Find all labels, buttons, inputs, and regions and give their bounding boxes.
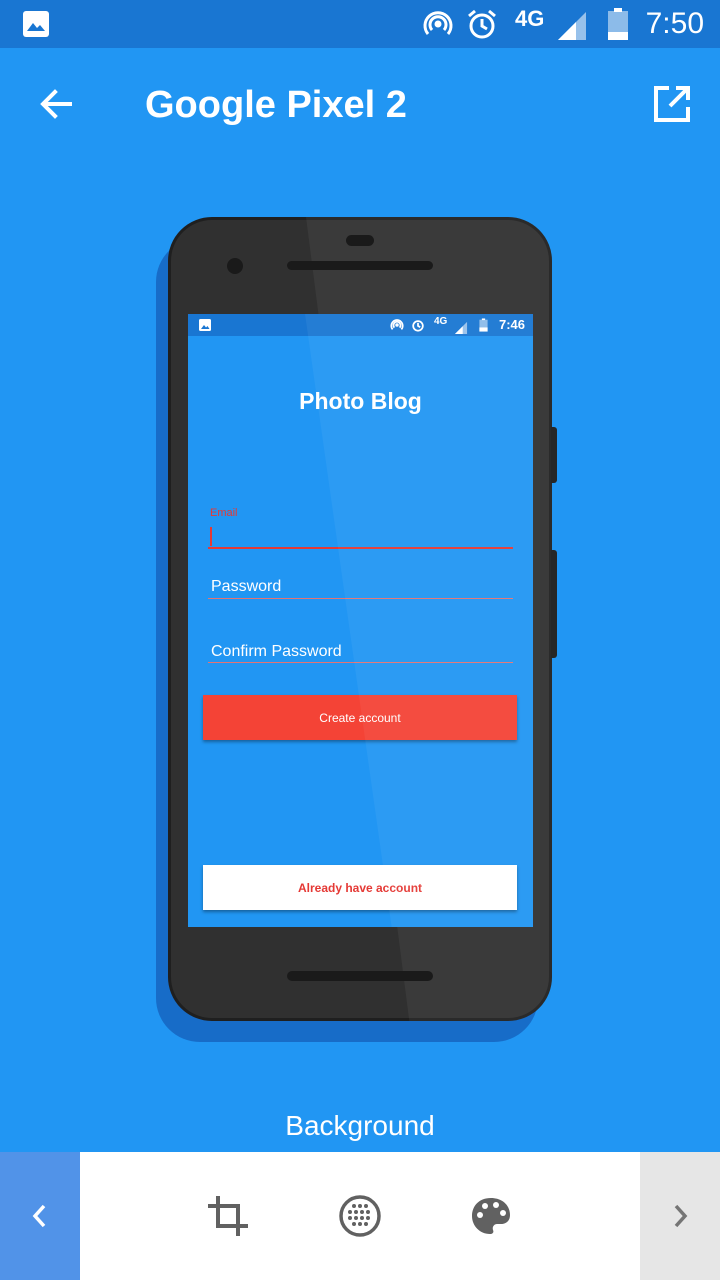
- phone-volume-button: [551, 550, 557, 658]
- alarm-icon: [468, 9, 496, 39]
- palette-icon[interactable]: [470, 1196, 512, 1236]
- phone-earpiece: [346, 235, 374, 246]
- phone-camera: [227, 258, 243, 274]
- battery-icon: [608, 8, 628, 40]
- image-icon: [23, 11, 49, 37]
- status-bar: 4G 7:50: [0, 0, 720, 48]
- previous-button[interactable]: [0, 1152, 80, 1280]
- phone-power-button: [551, 427, 557, 483]
- grid-icon[interactable]: [338, 1194, 382, 1238]
- confirm-password-field[interactable]: Confirm Password: [211, 643, 342, 661]
- crop-icon[interactable]: [204, 1192, 252, 1240]
- device-image-icon: [199, 319, 211, 331]
- network-type: 4G: [515, 6, 545, 31]
- phone-top-speaker: [287, 261, 433, 270]
- chevron-right-icon: [674, 1204, 688, 1228]
- chevron-left-icon: [32, 1204, 46, 1228]
- hotspot-icon: [423, 11, 453, 35]
- open-in-new-icon[interactable]: [652, 84, 692, 124]
- page-title: Google Pixel 2: [145, 84, 407, 126]
- password-field[interactable]: Password: [211, 578, 281, 596]
- email-field-label: Email: [210, 507, 238, 519]
- signal-icon: [558, 12, 586, 40]
- clock: 7:50: [645, 7, 704, 40]
- next-button[interactable]: [640, 1152, 720, 1280]
- phone-bottom-speaker: [287, 971, 433, 981]
- section-label: Background: [285, 1110, 435, 1141]
- arrow-back-icon[interactable]: [36, 84, 76, 124]
- email-field-cursor: [210, 527, 212, 546]
